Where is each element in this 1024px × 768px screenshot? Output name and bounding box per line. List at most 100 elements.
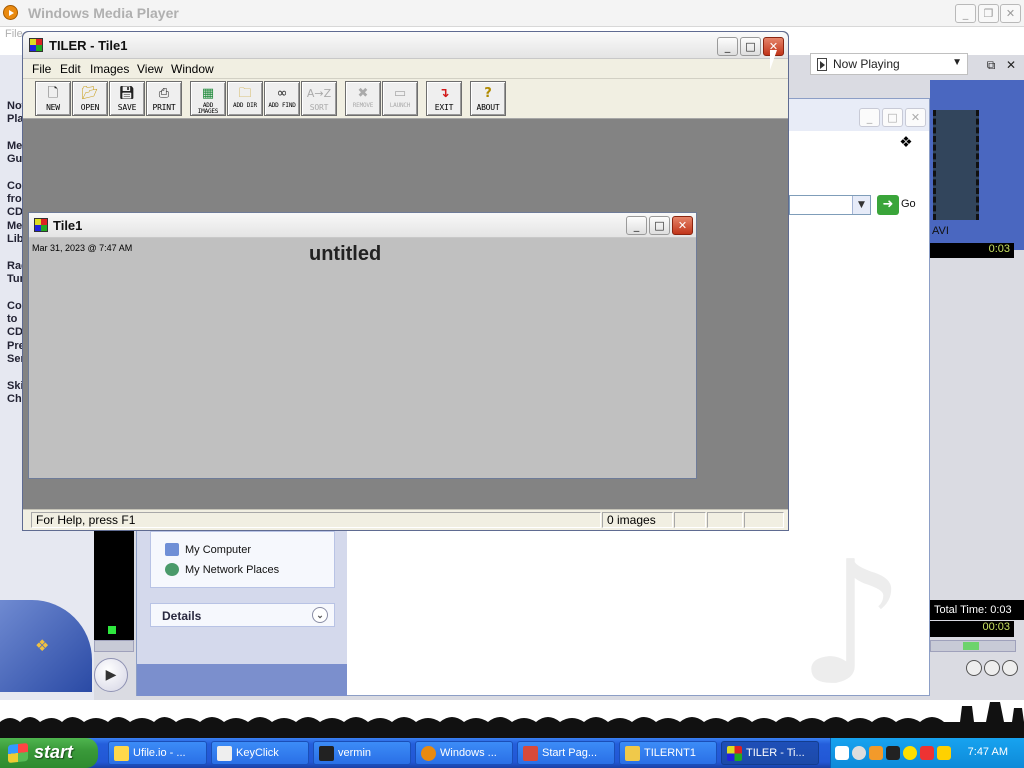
close-icon[interactable]: ✕ — [1002, 56, 1020, 74]
save-button[interactable]: 💾︎ SAVE — [109, 81, 145, 116]
taskbar-item-tiler[interactable]: TILER - Ti... — [721, 741, 819, 765]
menu-images[interactable]: Images — [90, 62, 129, 76]
explorer-close-button[interactable]: ✕ — [905, 108, 926, 127]
clip-label: AVI — [932, 225, 949, 237]
wmp-video-area — [94, 530, 134, 640]
tile1-minimize-button[interactable]: _ — [626, 216, 647, 235]
app-tray-icon[interactable] — [903, 745, 917, 760]
launch-button[interactable]: ▭ LAUNCH — [382, 81, 418, 116]
tiler-app-icon — [29, 38, 43, 52]
taskbar-item-windows-media[interactable]: Windows ... — [415, 741, 513, 765]
app-tray-icon[interactable] — [886, 745, 900, 760]
binoculars-icon: ∞ — [276, 86, 288, 101]
place-my-network[interactable]: My Network Places — [165, 561, 279, 579]
add-dir-icon: 🗀 — [238, 86, 252, 101]
computer-icon — [165, 543, 179, 556]
silhouette-banner — [0, 700, 1024, 738]
address-bar[interactable]: ▼ — [789, 195, 871, 215]
compact-mode-icon[interactable] — [1002, 660, 1018, 676]
play-icon[interactable]: ▶ — [94, 658, 128, 692]
tile1-close-button[interactable]: ✕ — [672, 216, 693, 235]
wmp-seek-bar[interactable] — [94, 640, 134, 652]
go-label[interactable]: Go — [901, 198, 916, 210]
question-icon: ? — [484, 86, 492, 101]
other-places-panel: My Computer My Network Places — [150, 531, 335, 588]
new-button[interactable]: 🗋 NEW — [35, 81, 71, 116]
taskbar-label: TILERNT1 — [644, 747, 696, 759]
taskbar-label: vermin — [338, 747, 372, 759]
menu-edit[interactable]: Edit — [60, 62, 81, 76]
browser-icon — [523, 746, 538, 761]
taskbar-label: Ufile.io - ... — [133, 747, 186, 759]
wmp-title: Windows Media Player — [28, 5, 179, 21]
status-image-count: 0 images — [602, 512, 673, 528]
clock[interactable]: 7:47 AM — [968, 746, 1008, 758]
playlist-time: 0:03 — [930, 243, 1014, 258]
wmp-app-icon — [3, 5, 18, 20]
start-button[interactable]: start — [0, 738, 98, 768]
system-tray: 7:47 AM — [830, 738, 1024, 768]
tile1-maximize-button[interactable]: □ — [649, 216, 670, 235]
taskbar-item-ufile[interactable]: Ufile.io - ... — [108, 741, 207, 765]
tray-icons — [835, 745, 954, 760]
add-dir-button[interactable]: 🗀 ADD DIR — [227, 81, 263, 116]
taskbar-item-tilernt1[interactable]: TILERNT1 — [619, 741, 717, 765]
tile1-child-window[interactable]: Tile1 _ □ ✕ Mar 31, 2023 @ 7:47 AM untit… — [28, 212, 697, 479]
open-button[interactable]: 📂︎ OPEN — [72, 81, 108, 116]
eq-icon[interactable] — [984, 660, 1000, 676]
menu-window[interactable]: Window — [171, 62, 214, 76]
taskbar-item-keyclick[interactable]: KeyClick — [211, 741, 309, 765]
place-my-computer[interactable]: My Computer — [165, 541, 251, 559]
chevron-left-icon[interactable] — [852, 745, 866, 760]
open-folder-icon: 📂︎ — [81, 86, 99, 101]
music-note-watermark-icon: ♪ — [797, 525, 906, 723]
start-label: start — [34, 742, 74, 762]
floppy-disk-icon: 💾︎ — [118, 86, 136, 101]
wmp-restore-button[interactable]: ❐ — [978, 4, 999, 23]
explorer-minimize-button[interactable]: _ — [859, 108, 880, 127]
now-playing-icon — [817, 58, 827, 71]
restore-icon[interactable]: ⧉ — [982, 56, 1000, 74]
exit-button[interactable]: ↴ EXIT — [426, 81, 462, 116]
print-button[interactable]: ⎙ PRINT — [146, 81, 182, 116]
tiler-title: TILER - Tile1 — [49, 38, 128, 53]
wmp-minimize-button[interactable]: _ — [955, 4, 976, 23]
tiler-maximize-button[interactable]: □ — [740, 37, 761, 56]
about-button[interactable]: ? ABOUT — [470, 81, 506, 116]
explorer-maximize-button[interactable]: □ — [882, 108, 903, 127]
app-tray-icon[interactable] — [869, 745, 883, 760]
now-playing-dropdown[interactable]: Now Playing ▼ — [810, 53, 968, 75]
chevron-double-down-icon[interactable]: ⌄ — [312, 607, 328, 623]
wmp-close-button[interactable]: ✕ — [1000, 4, 1021, 23]
app-tray-icon[interactable] — [920, 745, 934, 760]
tile1-icon — [34, 218, 48, 232]
app-tray-icon[interactable] — [937, 745, 951, 760]
browser-icon — [114, 746, 129, 761]
remove-button[interactable]: ✖ REMOVE — [345, 81, 381, 116]
tiler-titlebar[interactable]: TILER - Tile1 _ □ ✕ — [23, 32, 788, 59]
sort-button[interactable]: A→Z SORT — [301, 81, 337, 116]
chevron-down-icon[interactable]: ▼ — [852, 196, 870, 214]
tiler-toolbar: 🗋 NEW 📂︎ OPEN 💾︎ SAVE ⎙ PRINT ▦ ADD IMAGES 🗀 A… — [23, 79, 788, 119]
tiler-mdi-client: Tile1 _ □ ✕ Mar 31, 2023 @ 7:47 AM untit… — [23, 120, 788, 509]
menu-view[interactable]: View — [137, 62, 163, 76]
details-panel-header[interactable]: Details ⌄ — [150, 603, 335, 627]
tile1-titlebar[interactable]: Tile1 _ □ ✕ — [29, 213, 696, 238]
taskbar-item-vermin[interactable]: vermin — [313, 741, 411, 765]
taskbar-label: KeyClick — [236, 747, 279, 759]
wmp-menu-file[interactable]: File — [5, 28, 23, 40]
network-globe-icon — [165, 563, 179, 576]
tiler-minimize-button[interactable]: _ — [717, 37, 738, 56]
taskbar-item-start-page[interactable]: Start Pag... — [517, 741, 615, 765]
add-find-button[interactable]: ∞ ADD FIND — [264, 81, 300, 116]
go-arrow-icon[interactable]: ➜ — [877, 195, 899, 215]
help-icon[interactable] — [835, 745, 849, 760]
tile1-document-title: untitled — [309, 243, 382, 265]
windows-flag-icon: ❖ — [35, 636, 50, 655]
volume-slider[interactable] — [930, 640, 1016, 652]
add-images-button[interactable]: ▦ ADD IMAGES — [190, 81, 226, 116]
windows-logo-icon: ❖ — [889, 133, 923, 153]
shuffle-icon[interactable] — [966, 660, 982, 676]
menu-file[interactable]: File — [32, 62, 51, 76]
printer-icon: ⎙ — [158, 86, 170, 101]
